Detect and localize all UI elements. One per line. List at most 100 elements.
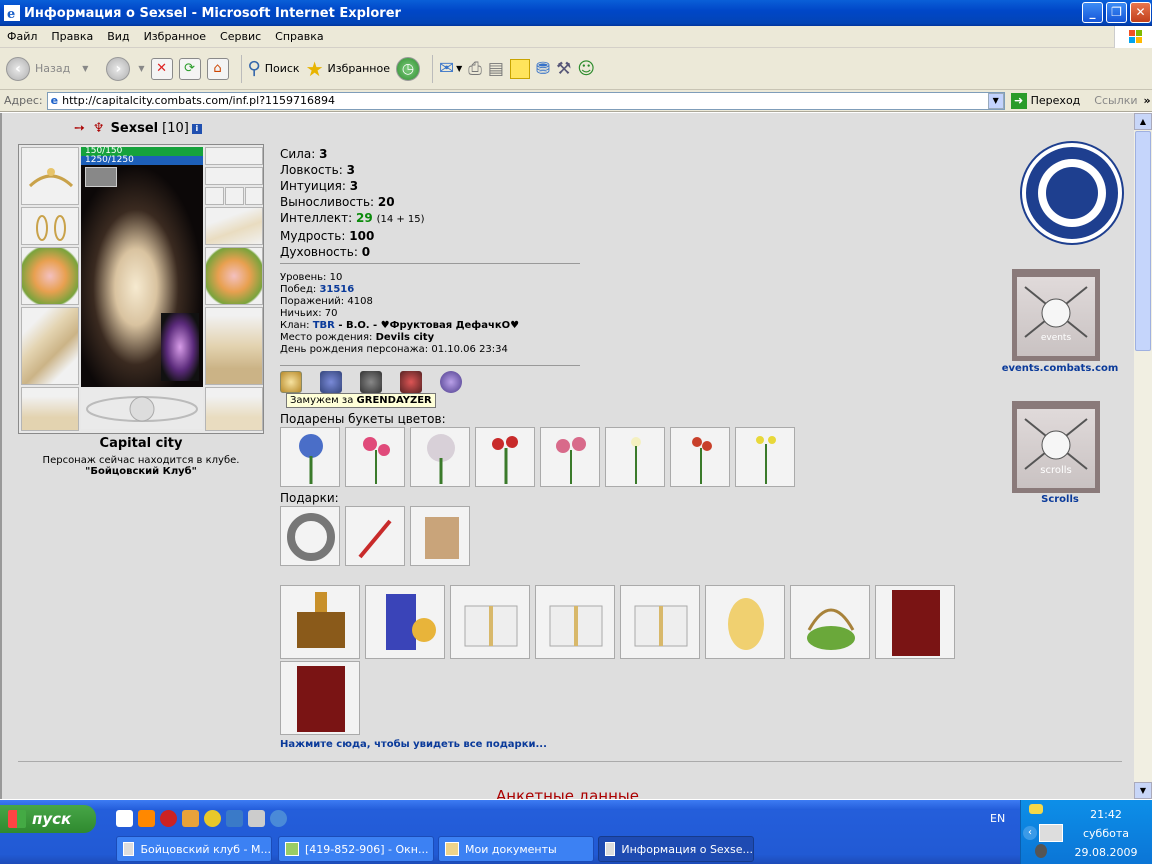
helmet-slot[interactable] bbox=[21, 147, 79, 205]
start-button[interactable]: пуск bbox=[0, 805, 96, 833]
minimize-button[interactable]: _ bbox=[1082, 2, 1103, 23]
flower-bouquet[interactable] bbox=[475, 427, 535, 487]
zodiac-pisces-icon[interactable] bbox=[1022, 143, 1122, 243]
flower-bouquet[interactable] bbox=[670, 427, 730, 487]
flower-bouquet[interactable] bbox=[410, 427, 470, 487]
vertical-scrollbar[interactable]: ▲ ▼ bbox=[1134, 113, 1152, 799]
quicklaunch-icon[interactable] bbox=[138, 810, 155, 827]
ring-slot-1[interactable] bbox=[205, 187, 224, 205]
scrolls-link[interactable]: Scrolls bbox=[998, 494, 1122, 505]
print-button[interactable]: ⎙ bbox=[468, 52, 482, 86]
links-label[interactable]: Ссылки bbox=[1094, 94, 1137, 107]
present-item[interactable] bbox=[875, 585, 955, 659]
present-item[interactable] bbox=[280, 661, 360, 735]
menu-help[interactable]: Справка bbox=[268, 30, 330, 43]
shoes-slot[interactable] bbox=[205, 387, 263, 431]
taskbar-item-active[interactable]: Информация о Sexse... bbox=[598, 836, 754, 862]
scroll-down-icon[interactable]: ▼ bbox=[1134, 782, 1152, 799]
flower-bouquet[interactable] bbox=[605, 427, 665, 487]
taskbar-item[interactable]: [419-852-906] - Окн... bbox=[278, 836, 434, 862]
address-dropdown-icon[interactable]: ▼ bbox=[987, 92, 1004, 109]
ie-quicklaunch-icon[interactable] bbox=[270, 810, 287, 827]
refresh-button[interactable]: ⟳ bbox=[178, 52, 201, 86]
events-banner-icon[interactable]: events bbox=[1012, 269, 1100, 361]
info-icon[interactable]: i bbox=[191, 123, 202, 134]
menu-tools[interactable]: Сервис bbox=[213, 30, 268, 43]
ring-slot-3[interactable] bbox=[245, 187, 263, 205]
events-link[interactable]: events.combats.com bbox=[998, 363, 1122, 374]
badge-icon[interactable] bbox=[400, 371, 422, 393]
menu-view[interactable]: Вид bbox=[100, 30, 136, 43]
forward-button[interactable]: › ▼ bbox=[106, 52, 145, 86]
bouquet-left-slot[interactable] bbox=[21, 247, 79, 305]
ring-slot-2[interactable] bbox=[225, 187, 244, 205]
volume-icon[interactable] bbox=[1035, 844, 1047, 858]
amulet-slot[interactable] bbox=[205, 167, 263, 185]
home-button[interactable]: ⌂ bbox=[206, 52, 229, 86]
quicklaunch-icon[interactable] bbox=[182, 810, 199, 827]
quicklaunch-icon[interactable] bbox=[248, 810, 265, 827]
tools-button[interactable]: ⚒ bbox=[556, 52, 571, 86]
messenger-button[interactable]: ☺ bbox=[577, 52, 595, 86]
scroll-thumb[interactable] bbox=[1135, 131, 1151, 351]
flower-bouquet[interactable] bbox=[280, 427, 340, 487]
flower-bouquet[interactable] bbox=[540, 427, 600, 487]
gift-item[interactable] bbox=[345, 506, 405, 566]
quicklaunch-icon[interactable] bbox=[160, 810, 177, 827]
present-item[interactable] bbox=[620, 585, 700, 659]
forward-dropdown-icon[interactable]: ▼ bbox=[138, 64, 144, 73]
quicklaunch-icon[interactable] bbox=[204, 810, 221, 827]
menu-favorites[interactable]: Избранное bbox=[137, 30, 213, 43]
badge-icon[interactable] bbox=[360, 371, 382, 393]
arrow-icon[interactable]: ➙ bbox=[74, 121, 85, 136]
menu-file[interactable]: Файл bbox=[0, 30, 44, 43]
history-button[interactable]: ◷ bbox=[395, 52, 420, 86]
research-button[interactable]: ⛃ bbox=[536, 52, 550, 86]
quicklaunch-icon[interactable] bbox=[226, 810, 243, 827]
flower-bouquet[interactable] bbox=[345, 427, 405, 487]
gloves-slot[interactable] bbox=[205, 207, 263, 245]
gift-item[interactable] bbox=[280, 506, 340, 566]
dress-slot[interactable] bbox=[205, 307, 263, 385]
address-input[interactable]: e http://capitalcity.combats.com/inf.pl?… bbox=[46, 91, 1005, 110]
network-icon[interactable] bbox=[1039, 824, 1063, 842]
taskbar-item[interactable]: Бойцовский клуб - M... bbox=[116, 836, 272, 862]
earrings-slot[interactable] bbox=[21, 207, 79, 245]
gift-item[interactable] bbox=[410, 506, 470, 566]
present-item[interactable] bbox=[450, 585, 530, 659]
badge-icon[interactable] bbox=[440, 371, 462, 393]
close-button[interactable]: ✕ bbox=[1130, 2, 1151, 23]
language-indicator[interactable]: EN bbox=[990, 812, 1005, 825]
badge-icon[interactable] bbox=[320, 371, 342, 393]
links-chevron-icon[interactable]: » bbox=[1144, 94, 1151, 107]
tray-icon[interactable] bbox=[1029, 804, 1043, 814]
scrolls-banner-icon[interactable]: scrolls bbox=[1012, 401, 1100, 493]
effect-icon[interactable] bbox=[85, 167, 117, 187]
tray-expand-icon[interactable]: ‹ bbox=[1023, 826, 1037, 840]
search-button[interactable]: ⚲ Поиск bbox=[248, 52, 300, 86]
armor-slot[interactable] bbox=[21, 307, 79, 385]
galaxy-icon[interactable] bbox=[161, 313, 199, 381]
maximize-button[interactable]: ❐ bbox=[1106, 2, 1127, 23]
present-item[interactable] bbox=[535, 585, 615, 659]
present-item[interactable] bbox=[280, 585, 360, 659]
back-button[interactable]: ‹ Назад ▼ bbox=[6, 52, 88, 86]
bouquet-right-slot[interactable] bbox=[205, 247, 263, 305]
wedding-rings-icon[interactable] bbox=[280, 371, 302, 393]
quicklaunch-icon[interactable] bbox=[116, 810, 133, 827]
dress-lower-slot[interactable] bbox=[21, 387, 79, 431]
all-gifts-link[interactable]: Нажмите сюда, чтобы увидеть все подарки.… bbox=[280, 739, 547, 750]
back-dropdown-icon[interactable]: ▼ bbox=[82, 64, 88, 73]
clan-link[interactable]: TBR bbox=[313, 320, 335, 331]
weapon-slot[interactable] bbox=[205, 147, 263, 165]
flower-bouquet[interactable] bbox=[735, 427, 795, 487]
edit-button[interactable]: ▤ bbox=[488, 52, 504, 86]
present-item[interactable] bbox=[365, 585, 445, 659]
stop-button[interactable]: ✕ bbox=[150, 52, 173, 86]
present-item[interactable] bbox=[705, 585, 785, 659]
present-item[interactable] bbox=[790, 585, 870, 659]
menu-edit[interactable]: Правка bbox=[44, 30, 100, 43]
taskbar-item[interactable]: Мои документы bbox=[438, 836, 594, 862]
favorites-button[interactable]: ★ Избранное bbox=[306, 52, 390, 86]
scroll-up-icon[interactable]: ▲ bbox=[1134, 113, 1152, 130]
